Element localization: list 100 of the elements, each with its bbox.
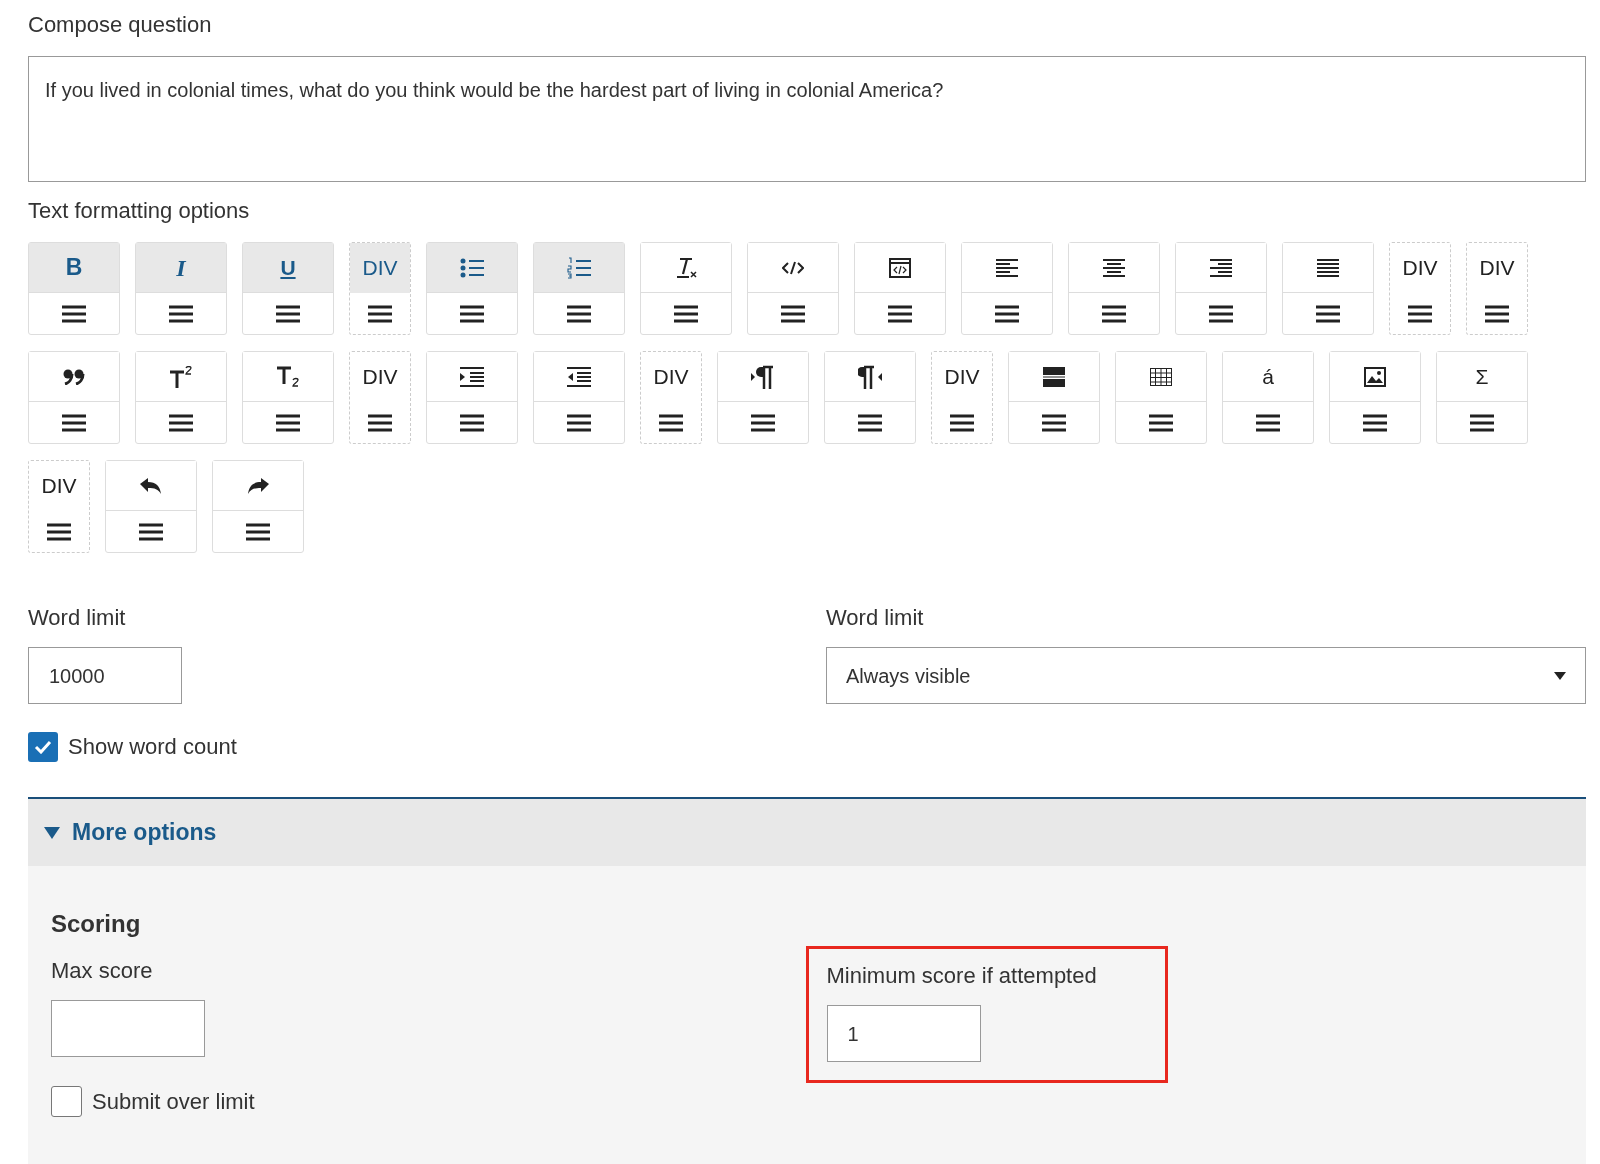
div-label: DIV <box>1402 254 1438 281</box>
checkbox[interactable] <box>51 1086 82 1117</box>
menu-icon[interactable] <box>1256 413 1280 432</box>
code-icon <box>782 260 804 275</box>
menu-icon[interactable] <box>1316 304 1340 323</box>
checkbox-label: Submit over limit <box>92 1088 255 1116</box>
format-button[interactable] <box>1008 351 1100 444</box>
menu-icon[interactable] <box>139 522 163 541</box>
format-button[interactable] <box>212 460 304 553</box>
format-button[interactable]: U <box>242 242 334 335</box>
menu-icon[interactable] <box>1102 304 1126 323</box>
checkbox-label: Show word count <box>68 733 237 761</box>
menu-icon[interactable] <box>276 304 300 323</box>
checkbox[interactable] <box>28 731 58 762</box>
format-button[interactable] <box>640 242 732 335</box>
menu-icon[interactable] <box>246 522 270 541</box>
format-button[interactable] <box>1068 242 1160 335</box>
div-label: DIV <box>362 363 398 390</box>
visibility-dropdown[interactable]: Always visible <box>826 647 1586 704</box>
div-format-button[interactable]: DIV <box>640 351 702 444</box>
format-button[interactable]: á <box>1222 351 1314 444</box>
superscript-icon <box>169 365 193 388</box>
max-score-field[interactable] <box>51 1000 205 1057</box>
menu-icon[interactable] <box>1042 413 1066 432</box>
menu-icon[interactable] <box>62 413 86 432</box>
menu-icon[interactable] <box>888 304 912 323</box>
menu-icon[interactable] <box>47 522 71 541</box>
menu-icon[interactable] <box>950 413 974 432</box>
image-icon <box>1364 366 1386 387</box>
div-label: DIV <box>944 363 980 390</box>
quote-icon <box>63 368 85 385</box>
format-button[interactable] <box>533 351 625 444</box>
caret-icon <box>1554 671 1566 680</box>
menu-icon[interactable] <box>751 413 775 432</box>
format-button[interactable]: B <box>28 242 120 335</box>
menu-icon[interactable] <box>659 413 683 432</box>
menu-icon[interactable] <box>567 413 591 432</box>
format-button[interactable]: I <box>135 242 227 335</box>
format-button[interactable] <box>1175 242 1267 335</box>
menu-icon[interactable] <box>1470 413 1494 432</box>
min-score-field[interactable]: 1 <box>826 1005 981 1062</box>
menu-icon[interactable] <box>276 413 300 432</box>
menu-icon[interactable] <box>368 413 392 432</box>
div-format-button[interactable]: DIV <box>931 351 993 444</box>
menu-icon[interactable] <box>995 304 1019 323</box>
format-button[interactable] <box>1282 242 1374 335</box>
div-format-button[interactable]: DIV <box>1389 242 1451 335</box>
div-format-button[interactable]: DIV <box>349 351 411 444</box>
div-label: DIV <box>362 254 398 281</box>
field-label: Minimum score if attempted <box>826 962 1098 990</box>
menu-icon[interactable] <box>1408 304 1432 323</box>
menu-icon[interactable] <box>1209 304 1233 323</box>
subscript-icon <box>276 365 300 388</box>
menu-icon[interactable] <box>460 413 484 432</box>
menu-icon[interactable] <box>368 304 392 323</box>
div-format-button[interactable]: DIV <box>349 242 411 335</box>
question-text: If you lived in colonial times, what do you think would be the hardest part of living in colonial America? <box>45 79 944 101</box>
format-button[interactable] <box>824 351 916 444</box>
format-button[interactable] <box>717 351 809 444</box>
menu-icon[interactable] <box>169 304 193 323</box>
menu-icon[interactable] <box>858 413 882 432</box>
menu-icon[interactable] <box>1485 304 1509 323</box>
menu-icon[interactable] <box>1363 413 1387 432</box>
format-button[interactable] <box>1329 351 1421 444</box>
menu-icon[interactable] <box>1149 413 1173 432</box>
source-code-icon <box>889 257 911 278</box>
format-button[interactable]: Σ <box>1436 351 1528 444</box>
format-button[interactable] <box>1115 351 1207 444</box>
underline-label: U <box>280 254 296 281</box>
div-label: DIV <box>1479 254 1515 281</box>
format-button[interactable] <box>135 351 227 444</box>
div-format-button[interactable]: DIV <box>1466 242 1528 335</box>
div-label: DIV <box>41 472 77 499</box>
format-button[interactable] <box>426 351 518 444</box>
field-label: Text formatting options <box>28 197 251 225</box>
format-button[interactable] <box>747 242 839 335</box>
div-format-button[interactable]: DIV <box>28 460 90 553</box>
menu-icon[interactable] <box>781 304 805 323</box>
italic-label: I <box>176 253 186 283</box>
format-button[interactable] <box>961 242 1053 335</box>
menu-icon[interactable] <box>169 413 193 432</box>
section-heading: Scoring <box>51 909 142 939</box>
align-center-icon <box>1103 258 1125 277</box>
justify-icon <box>1317 258 1339 277</box>
format-button[interactable] <box>28 351 120 444</box>
field-label: Max score <box>51 957 154 985</box>
menu-icon[interactable] <box>460 304 484 323</box>
format-button[interactable] <box>854 242 946 335</box>
word-limit-field[interactable]: 10000 <box>28 647 182 704</box>
format-button[interactable] <box>533 242 625 335</box>
menu-icon[interactable] <box>62 304 86 323</box>
menu-icon[interactable] <box>567 304 591 323</box>
format-button[interactable] <box>105 460 197 553</box>
menu-icon[interactable] <box>674 304 698 323</box>
more-options-toggle[interactable]: More options <box>28 797 1586 866</box>
bold-label: B <box>65 253 83 283</box>
format-button[interactable] <box>426 242 518 335</box>
question-text-field[interactable]: If you lived in colonial times, what do you think would be the hardest part of living in colonial America? <box>28 56 1586 182</box>
field-label: Word limit <box>28 604 127 632</box>
format-button[interactable] <box>242 351 334 444</box>
